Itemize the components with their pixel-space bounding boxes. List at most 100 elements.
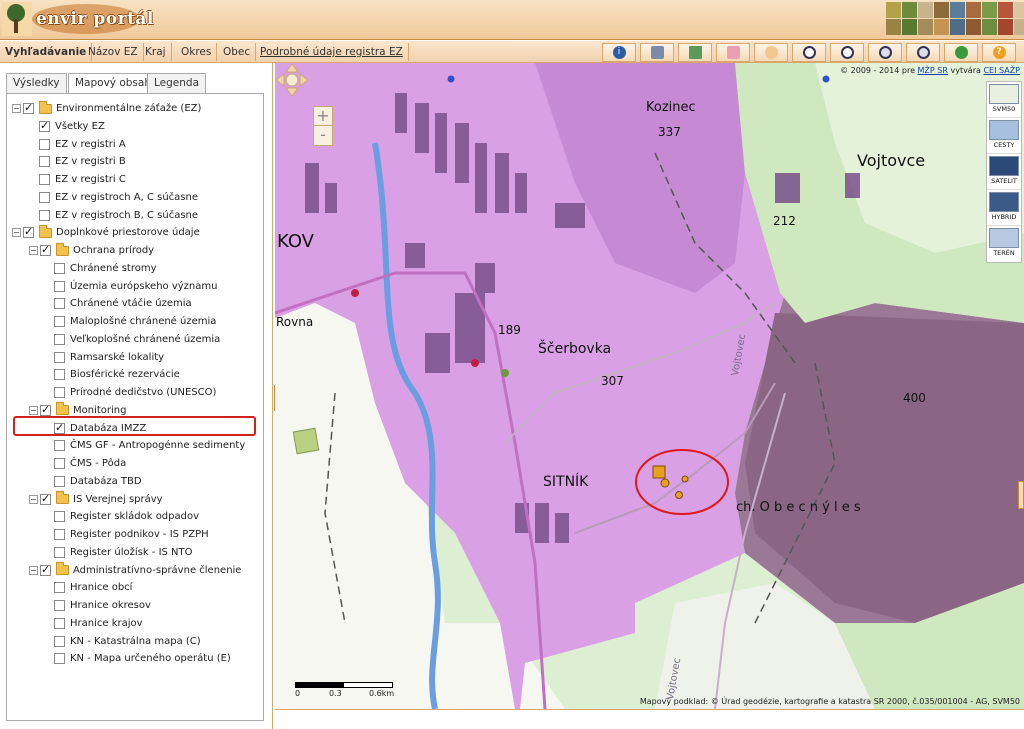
tree-group[interactable]: − Doplnkové priestorove údaje <box>12 224 200 241</box>
tab-register-details[interactable]: Podrobné údaje registra EZ <box>255 43 409 61</box>
tree-layer[interactable]: EZ v registri B <box>39 153 126 170</box>
print-button[interactable] <box>640 43 674 62</box>
help-button[interactable]: ? <box>982 43 1016 62</box>
tab-district[interactable]: Okres <box>176 43 218 61</box>
layer-checkbox[interactable] <box>54 387 65 398</box>
tree-layer[interactable]: EZ v registroch B, C súčasne <box>39 207 198 224</box>
layer-checkbox[interactable] <box>54 369 65 381</box>
layer-checkbox[interactable] <box>40 492 51 505</box>
tree-layer[interactable]: Chránené stromy <box>54 260 157 277</box>
tree-layer[interactable]: Ramsarské lokality <box>54 349 164 366</box>
tab-ez-name[interactable]: Názov EZ <box>83 43 144 61</box>
collapse-toggle-icon[interactable]: − <box>12 228 21 238</box>
layer-checkbox[interactable] <box>54 511 65 523</box>
layer-checkbox[interactable] <box>39 156 50 168</box>
tree-layer[interactable]: KN - Mapa určeného operátu (E) <box>54 650 231 667</box>
tree-layer[interactable]: Veľkoplošné chránené územia <box>54 331 220 348</box>
tree-layer[interactable]: Register skládok odpadov <box>54 508 199 525</box>
map-zoom-in-button[interactable]: + <box>314 107 332 126</box>
tree-layer[interactable]: Všetky EZ <box>39 118 105 135</box>
layer-checkbox[interactable] <box>39 119 50 132</box>
map-view[interactable]: Kozinec 337 Vojtovce 212 KOV Rovna 189 Š… <box>275 63 1024 709</box>
maptype-satelit[interactable]: SATELIT <box>987 154 1021 190</box>
tab-legend[interactable]: Legenda <box>147 73 207 93</box>
tree-group[interactable]: − Environmentálne záťaže (EZ) <box>12 100 201 117</box>
enviroportal-logo[interactable]: envir portál <box>2 2 172 36</box>
maptype-cesty[interactable]: CESTY <box>987 118 1021 154</box>
maptype-teren[interactable]: TERÉN <box>987 226 1021 262</box>
layer-checkbox[interactable] <box>40 243 51 256</box>
tree-layer[interactable]: Hranice obcí <box>54 579 132 596</box>
layer-checkbox[interactable] <box>54 262 65 274</box>
tab-municipality[interactable]: Obec <box>218 43 257 61</box>
right-panel-handle[interactable] <box>1018 481 1024 509</box>
copyright-link-cei[interactable]: CEI SAŽP <box>983 66 1020 75</box>
layer-checkbox[interactable] <box>54 298 65 310</box>
tree-layer[interactable]: Chránené vtáčie územia <box>54 295 192 312</box>
map-zoom-out-button[interactable]: - <box>314 126 332 145</box>
tree-layer[interactable]: Maloplošné chránené územia <box>54 313 216 330</box>
layer-checkbox[interactable] <box>54 475 65 487</box>
tree-layer[interactable]: Hranice okresov <box>54 597 151 614</box>
layer-checkbox[interactable] <box>54 582 65 594</box>
pan-control-icon[interactable] <box>275 63 309 97</box>
layer-checkbox[interactable] <box>54 440 65 452</box>
layer-checkbox[interactable] <box>23 225 34 239</box>
zoom-in-button[interactable] <box>792 43 826 62</box>
layer-checkbox[interactable] <box>54 458 65 469</box>
layer-checkbox[interactable] <box>54 617 65 629</box>
eraser-button[interactable] <box>716 43 750 62</box>
layer-checkbox[interactable] <box>40 563 51 576</box>
tree-group[interactable]: − Ochrana prírody <box>29 242 154 259</box>
tree-layer[interactable]: Biosférické rezervácie <box>54 366 180 383</box>
tree-layer[interactable]: Register úložísk - IS NTO <box>54 544 193 561</box>
collapse-toggle-icon[interactable]: − <box>29 565 38 575</box>
layer-checkbox[interactable] <box>54 529 65 540</box>
tree-layer[interactable]: ČMS - Pôda <box>54 455 126 472</box>
layer-checkbox[interactable] <box>54 316 65 327</box>
copyright-link-mzp[interactable]: MŽP SR <box>918 66 948 75</box>
layer-checkbox[interactable] <box>54 653 65 665</box>
tree-layer[interactable]: Register podnikov - IS PZPH <box>54 526 209 543</box>
tree-layer[interactable]: Databáza TBD <box>54 473 142 490</box>
tree-layer[interactable]: EZ v registri A <box>39 136 126 153</box>
full-extent-button[interactable] <box>944 43 978 62</box>
tree-layer[interactable]: EZ v registri C <box>39 171 126 188</box>
tab-region[interactable]: Kraj <box>140 43 172 61</box>
tree-layer[interactable]: Územia európskeho významu <box>54 278 217 295</box>
layer-checkbox[interactable] <box>54 280 65 292</box>
tree-group[interactable]: − Administratívno-správne členenie <box>29 562 241 579</box>
tree-layer[interactable]: Hranice krajov <box>54 615 143 632</box>
tree-layer[interactable]: EZ v registroch A, C súčasne <box>39 189 198 206</box>
zoom-previous-button[interactable] <box>868 43 902 62</box>
layer-checkbox[interactable] <box>39 191 50 203</box>
info-button[interactable]: i <box>602 43 636 62</box>
tree-layer[interactable]: Prírodné dedičstvo (UNESCO) <box>54 384 216 401</box>
tree-group[interactable]: − IS Verejnej správy <box>29 491 163 508</box>
layer-checkbox[interactable] <box>40 403 51 416</box>
maptype-hybrid[interactable]: HYBRID <box>987 190 1021 226</box>
layer-checkbox[interactable] <box>39 209 50 221</box>
layer-checkbox[interactable] <box>39 138 50 150</box>
zoom-out-button[interactable] <box>830 43 864 62</box>
layer-checkbox[interactable] <box>54 333 65 345</box>
collapse-toggle-icon[interactable]: − <box>12 104 21 113</box>
zoom-next-button[interactable] <box>906 43 940 62</box>
layer-checkbox[interactable] <box>23 101 34 114</box>
tree-layer[interactable]: ČMS GF - Antropogénne sedimenty <box>54 437 245 454</box>
tab-search[interactable]: Vyhľadávanie <box>0 43 93 61</box>
collapse-toggle-icon[interactable]: − <box>29 246 38 255</box>
collapse-toggle-icon[interactable]: − <box>29 494 38 504</box>
pan-button[interactable] <box>754 43 788 62</box>
tab-results[interactable]: Výsledky <box>6 73 67 93</box>
layer-checkbox[interactable] <box>54 546 65 558</box>
tree-layer[interactable]: KN - Katastrálna mapa (C) <box>54 633 201 650</box>
layer-checkbox[interactable] <box>54 600 65 611</box>
layer-checkbox[interactable] <box>54 635 65 647</box>
tab-map-content[interactable]: Mapový obsah <box>68 73 158 94</box>
layer-checkbox[interactable] <box>39 174 50 185</box>
collapse-toggle-icon[interactable]: − <box>29 405 38 415</box>
layer-checkbox[interactable] <box>54 351 65 363</box>
measure-button[interactable] <box>678 43 712 62</box>
maptype-svm50[interactable]: SVM50 <box>987 82 1021 118</box>
